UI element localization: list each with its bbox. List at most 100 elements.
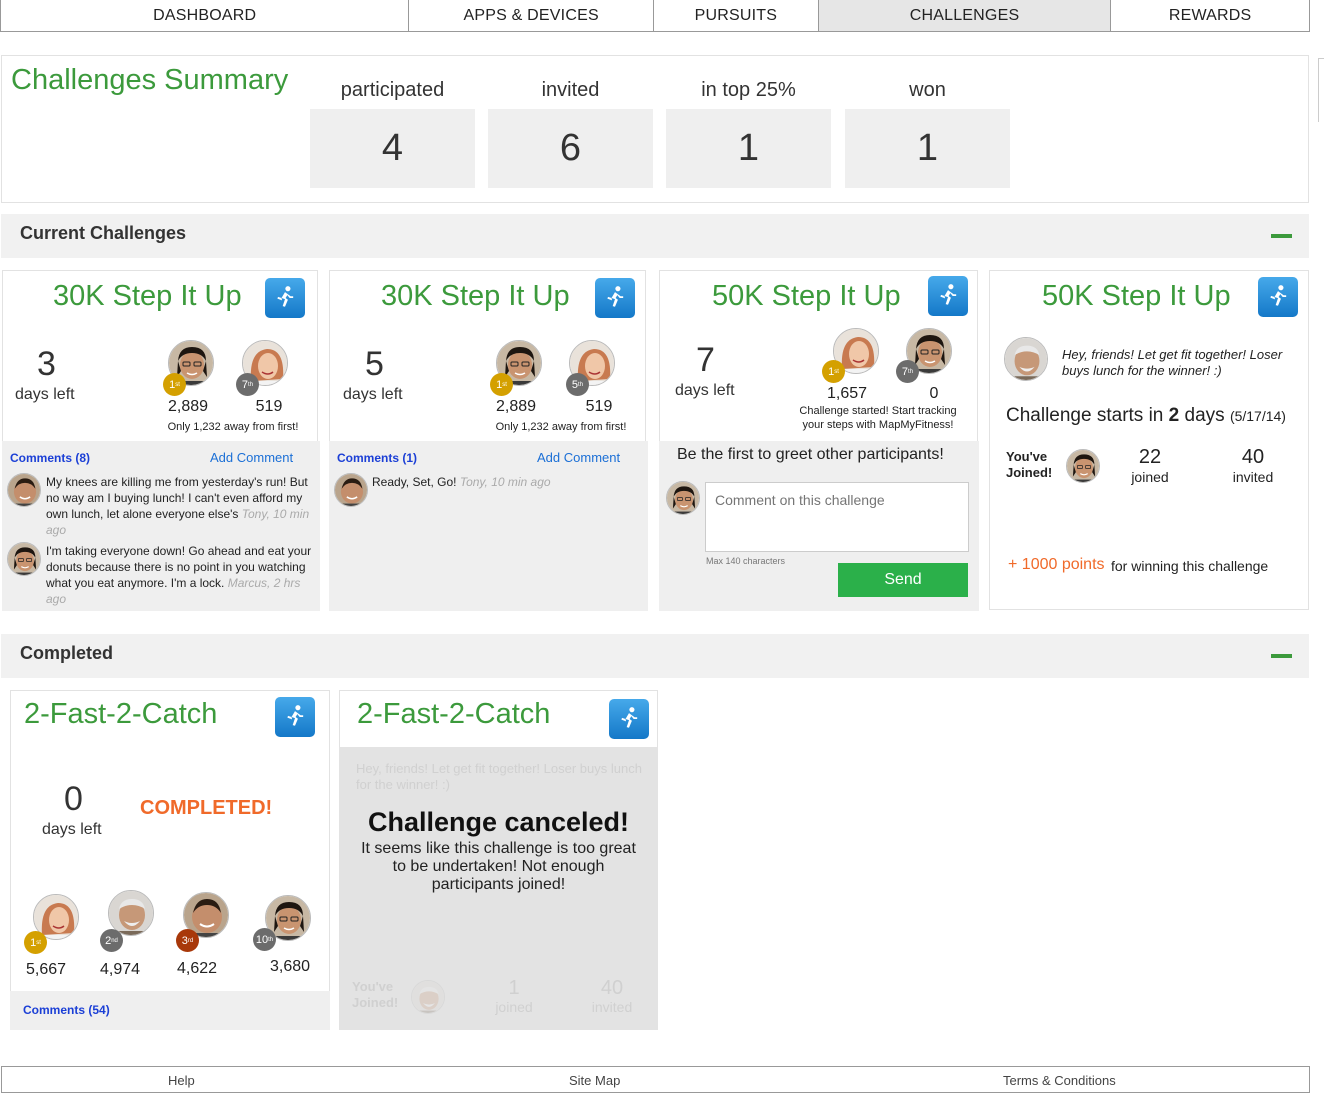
tab-pursuits[interactable]: PURSUITS [654,0,819,31]
stat-participated-value: 4 [310,109,475,188]
running-icon [595,278,635,318]
tab-dashboard[interactable]: DASHBOARD [1,0,410,31]
distance-note: Only 1,232 away from first! [495,421,627,433]
comment-text: My knees are killing me from yesterday's… [46,475,310,537]
comment-text: I'm taking everyone down! Go ahead and e… [46,544,312,606]
comment-text: Ready, Set, Go! Tony, 10 min ago [372,475,551,489]
stat-won-value: 1 [845,109,1010,188]
site-map-link[interactable]: Site Map [569,1073,620,1088]
rank-badge: 10th [253,928,276,951]
section-title: Completed [20,643,114,663]
send-button[interactable]: Send [838,563,968,597]
collapse-icon[interactable] [1271,234,1292,238]
completed-challenge-card: 2-Fast-2-Catch 0 days left COMPLETED! 1s… [10,690,330,1030]
max-characters-hint: Max 140 characters [706,556,786,566]
running-icon [275,697,315,737]
canceled-title: Challenge canceled! [367,807,630,837]
stat-top25-label: in top 25% [701,79,796,101]
tab-apps-devices[interactable]: APPS & DEVICES [409,0,654,31]
participant-score: 0 [929,385,939,402]
days-left-label: days left [42,821,102,838]
rank-badge: 7th [236,373,259,396]
add-comment-link[interactable]: Add Comment [537,450,620,465]
invited-count: 40 [1241,446,1265,468]
participant-score: 5,667 [25,961,67,978]
distance-note: Only 1,232 away from first! [167,421,299,433]
comments-link[interactable]: Comments (54) [23,1003,110,1017]
comment-input[interactable] [705,482,969,552]
days-left-number: 7 [696,341,715,379]
avatar [1066,449,1100,483]
challenge-title[interactable]: 30K Step It Up [53,280,242,313]
stat-invited-label: invited [541,79,600,101]
rank-badge: 5th [566,373,589,396]
tracking-note: Challenge started! Start tracking your s… [799,405,957,431]
days-left-number: 3 [37,345,56,383]
help-link[interactable]: Help [168,1073,195,1088]
joined-count: 22 [1138,446,1162,468]
points-description: for winning this challenge [1111,558,1269,574]
stat-invited-value: 6 [488,109,653,188]
comments-panel: Comments (8) Add Comment My knees are ki… [2,441,320,611]
tab-challenges[interactable]: CHALLENGES [818,0,1112,31]
comments-panel: Comments (1) Add Comment Ready, Set, Go!… [329,441,648,611]
stat-won-label: won [909,79,946,101]
tab-rewards[interactable]: REWARDS [1111,0,1309,31]
rank-badge: 1st [24,931,47,954]
ghost-invited-count: 40 [600,977,624,999]
participant-score: 519 [255,398,283,415]
participant-score: 2,889 [167,398,209,415]
ghost-joined-word: joined [495,999,533,1015]
challenge-title[interactable]: 50K Step It Up [712,280,901,313]
participant-score: 4,622 [176,960,218,977]
participant-score: 519 [585,398,613,415]
current-challenges-header: Current Challenges [1,214,1309,258]
comments-link[interactable]: Comments (1) [337,451,417,465]
avatar [411,980,445,1014]
collapse-icon[interactable] [1271,654,1292,658]
points-reward: + 1000 points [1008,556,1105,573]
ghost-message: Hey, friends! Let get fit together! Lose… [356,761,642,792]
days-left-number: 0 [64,780,83,818]
days-left-label: days left [15,386,75,403]
scrollbar[interactable] [1318,58,1324,122]
challenge-title[interactable]: 2-Fast-2-Catch [24,698,217,731]
rank-badge: 3rd [176,929,199,952]
participant-score: 2,889 [495,398,537,415]
rank-badge: 1st [163,373,186,396]
greet-prompt: Be the first to greet other participants… [677,446,944,463]
section-title: Current Challenges [20,223,187,243]
canceled-text: It seems like this challenge is too grea… [361,840,636,893]
footer: Help Site Map Terms & Conditions [1,1066,1310,1093]
avatar [7,473,41,507]
summary-title: Challenges Summary [11,64,289,96]
challenge-title[interactable]: 2-Fast-2-Catch [357,698,550,731]
days-left-label: days left [343,386,403,403]
comments-panel: Comments (54) [10,991,330,1030]
days-left-number: 5 [365,345,384,383]
completed-header: Completed [1,634,1309,678]
challenge-card: 30K Step It Up 3 days left 1st 2,889 7th… [2,270,320,611]
comment-form: Be the first to greet other participants… [659,441,979,611]
participant-score: 1,657 [826,385,868,402]
rank-badge: 2nd [100,929,123,952]
days-left-label: days left [675,382,735,399]
ghost-joined-label: You've Joined! [352,979,399,1010]
challenge-title[interactable]: 50K Step It Up [1042,280,1231,313]
comments-link[interactable]: Comments (8) [10,451,90,465]
challenge-title[interactable]: 30K Step It Up [381,280,570,313]
canceled-overlay: Hey, friends! Let get fit together! Lose… [339,747,658,1030]
challenge-start-info: Challenge starts in 2 days (5/17/14) [1006,405,1286,426]
challenge-card: 50K Step It Up Hey, friends! Let get fit… [989,270,1309,610]
joined-label: You've Joined! [1006,449,1053,480]
avatar [334,473,368,507]
rank-badge: 7th [896,360,919,383]
challenge-card: 30K Step It Up 5 days left 1st 2,889 5th… [329,270,648,611]
avatar [666,481,700,515]
rank-badge: 1st [822,360,845,383]
invited-word: invited [1232,469,1274,485]
terms-link[interactable]: Terms & Conditions [1003,1073,1116,1088]
add-comment-link[interactable]: Add Comment [210,450,293,465]
avatar [1004,337,1048,381]
challenges-summary: Challenges Summary participated 4 invite… [1,55,1309,203]
